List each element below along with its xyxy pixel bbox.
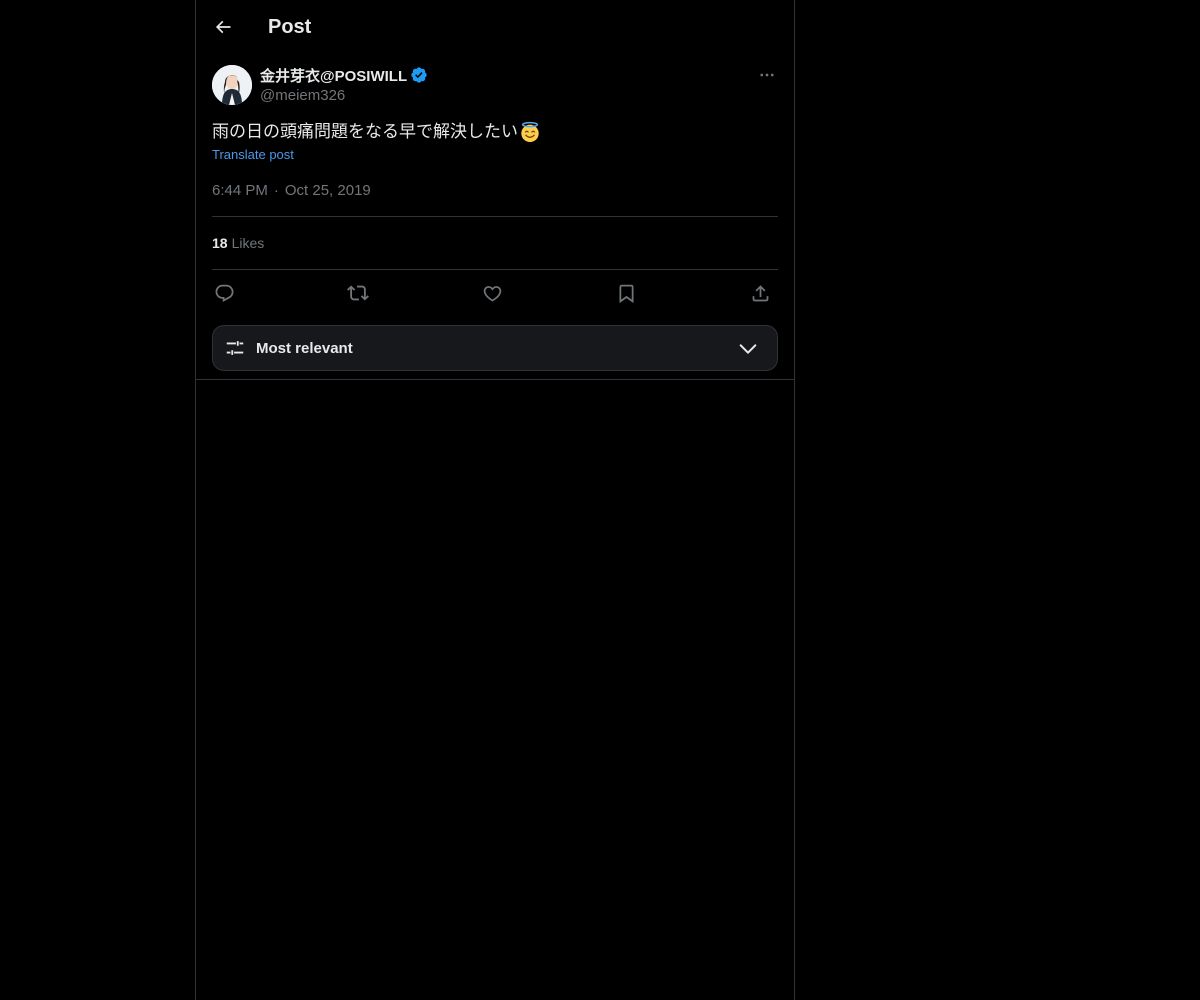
reply-sort-dropdown[interactable]: Most relevant bbox=[212, 325, 778, 371]
avatar[interactable] bbox=[212, 65, 252, 105]
more-horizontal-icon bbox=[760, 73, 774, 77]
divider bbox=[212, 269, 778, 270]
heart-icon bbox=[483, 285, 501, 302]
post-timestamp: 6:44 PM · Oct 25, 2019 bbox=[212, 181, 371, 201]
bookmark-icon bbox=[619, 284, 633, 303]
sliders-icon bbox=[226, 341, 244, 355]
back-button[interactable] bbox=[206, 10, 240, 44]
reply-button[interactable] bbox=[212, 281, 236, 305]
main-column: Post 金井芽衣@POSIWILL @meiem326 雨の日の頭痛問題をなる… bbox=[195, 0, 795, 1000]
post-date[interactable]: Oct 25, 2019 bbox=[285, 181, 371, 201]
divider bbox=[212, 216, 778, 217]
author-block: 金井芽衣@POSIWILL @meiem326 bbox=[260, 64, 428, 106]
more-button[interactable] bbox=[756, 64, 778, 86]
share-button[interactable] bbox=[748, 281, 772, 305]
post-time[interactable]: 6:44 PM bbox=[212, 181, 268, 201]
verified-badge-icon[interactable] bbox=[410, 66, 428, 84]
likes-count: 18 bbox=[212, 235, 228, 251]
arrow-left-icon bbox=[215, 20, 231, 34]
reply-icon bbox=[215, 284, 233, 302]
page-title: Post bbox=[268, 16, 312, 38]
bookmark-button[interactable] bbox=[614, 281, 638, 305]
post-text-row: 雨の日の頭痛問題をなる早で解決したい bbox=[212, 120, 541, 144]
share-icon bbox=[752, 284, 768, 301]
avatar-image bbox=[212, 65, 252, 105]
like-button[interactable] bbox=[480, 281, 504, 305]
meta-separator: · bbox=[273, 182, 279, 199]
chevron-down-icon bbox=[739, 344, 757, 354]
repost-button[interactable] bbox=[346, 281, 370, 305]
section-divider bbox=[196, 379, 794, 380]
author-display-name[interactable]: 金井芽衣@POSIWILL bbox=[260, 65, 407, 86]
smiling-face-with-halo-icon bbox=[521, 121, 539, 143]
post-text: 雨の日の頭痛問題をなる早で解決したい bbox=[212, 122, 518, 141]
page-header: Post bbox=[196, 0, 794, 53]
likes-label: Likes bbox=[231, 235, 265, 251]
sort-label: Most relevant bbox=[256, 340, 353, 357]
display-name-row: 金井芽衣@POSIWILL bbox=[260, 64, 428, 86]
repost-icon bbox=[347, 285, 369, 301]
author-handle[interactable]: @meiem326 bbox=[260, 86, 428, 106]
translate-post-link[interactable]: Translate post bbox=[212, 146, 294, 164]
likes-stat[interactable]: 18 Likes bbox=[212, 233, 264, 253]
action-bar bbox=[212, 281, 778, 305]
